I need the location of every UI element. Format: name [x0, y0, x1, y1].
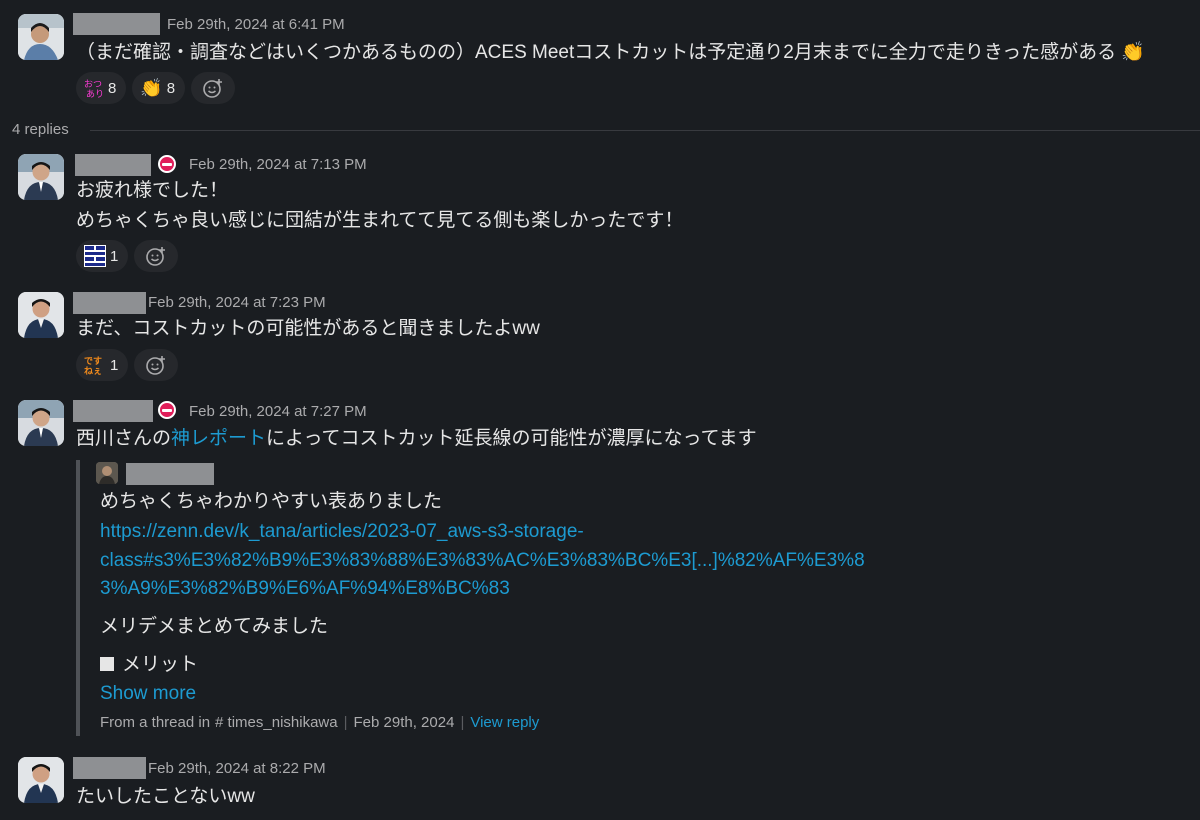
- reaction-custom-orange[interactable]: です ねぇ 1: [76, 349, 129, 381]
- separator: |: [460, 714, 465, 731]
- shared-message-quote[interactable]: めちゃくちゃわかりやすい表ありました https://zenn.dev/k_ta…: [76, 460, 876, 736]
- add-reaction-button[interactable]: [191, 72, 236, 104]
- message-text: たいしたことないww: [76, 786, 255, 807]
- timestamp[interactable]: Feb 29th, 2024 at 7:13 PM: [189, 154, 367, 176]
- user-name[interactable]: [73, 13, 160, 35]
- separator: |: [343, 714, 348, 731]
- channel-link[interactable]: # times_nishikawa: [215, 714, 338, 731]
- timestamp[interactable]: Feb 29th, 2024 at 6:41 PM: [167, 14, 345, 36]
- do-not-disturb-icon: [158, 155, 176, 173]
- reaction-count: 8: [166, 79, 176, 97]
- user-name[interactable]: [73, 400, 153, 422]
- avatar[interactable]: [18, 292, 64, 338]
- report-link[interactable]: 神レポート: [171, 428, 266, 449]
- show-more-link[interactable]: Show more: [100, 680, 196, 708]
- svg-text:おつ: おつ: [84, 79, 102, 90]
- quote-url[interactable]: 3%A9%E3%82%B9%E6%AF%94%E8%BC%83: [100, 574, 510, 603]
- add-reaction-button[interactable]: [134, 349, 179, 381]
- quote-text-row: メリット: [100, 651, 198, 679]
- svg-text:ねぇ: ねぇ: [84, 366, 102, 376]
- reaction-otsu[interactable]: おつ あり 8: [76, 72, 127, 104]
- otsu-emoji-icon: おつ あり: [84, 78, 104, 100]
- square-bullet-icon: [100, 657, 114, 671]
- add-reaction-icon: [203, 79, 223, 98]
- quote-url[interactable]: https://zenn.dev/k_tana/articles/2023-07…: [100, 517, 584, 546]
- message-text: 西川さんの: [76, 428, 172, 449]
- avatar[interactable]: [18, 757, 64, 803]
- reactions-bar: です ねぇ 1: [76, 349, 179, 381]
- replies-divider: 4 replies: [12, 120, 1200, 140]
- add-reaction-button[interactable]: [134, 240, 179, 272]
- custom-emoji-icon: です ねぇ: [84, 354, 106, 377]
- do-not-disturb-icon: [158, 401, 176, 419]
- message-text-row: 西川さんの神レポートによってコストカット延長線の可能性が濃厚になってます: [76, 424, 757, 454]
- message-text-row: （まだ確認・調査などはいくつかあるものの）ACES Meetコストカットは予定通…: [76, 38, 1145, 68]
- svg-text:です: です: [84, 356, 102, 367]
- avatar[interactable]: [18, 154, 64, 200]
- message-text: お疲れ様でした！: [76, 180, 229, 201]
- message-text: まだ、コストカットの可能性があると聞きましたよww: [76, 318, 540, 339]
- add-reaction-icon: [146, 356, 166, 375]
- quote-footer: From a thread in # times_nishikawa | Feb…: [100, 714, 539, 731]
- custom-emoji-icon: [84, 245, 106, 267]
- message-1: Feb 29th, 2024 at 6:41 PM （まだ確認・調査などはいくつ…: [0, 0, 1200, 110]
- user-name[interactable]: [73, 757, 146, 779]
- quote-text: めちゃくちゃわかりやすい表ありました: [100, 491, 443, 512]
- reactions-bar: おつ あり 8 👏 8: [76, 72, 236, 104]
- message-text: によってコストカット延長線の可能性が濃厚になってます: [266, 428, 757, 449]
- timestamp[interactable]: Feb 29th, 2024 at 8:22 PM: [148, 758, 326, 780]
- quote-date[interactable]: Feb 29th, 2024: [354, 714, 455, 731]
- replies-count: 4 replies: [12, 120, 77, 140]
- reactions-bar: 1: [76, 240, 179, 272]
- view-reply-link[interactable]: View reply: [470, 714, 539, 731]
- footer-prefix: From a thread in: [100, 714, 211, 731]
- quote-url[interactable]: class#s3%E3%82%B9%E3%83%88%E3%83%AC%E3%8…: [100, 546, 865, 575]
- reaction-count: 8: [108, 79, 117, 97]
- clap-emoji-icon: 👏: [140, 78, 163, 98]
- add-reaction-icon: [146, 247, 166, 266]
- user-name[interactable]: [73, 292, 146, 314]
- quote-text: メリデメまとめてみました: [100, 616, 329, 637]
- reaction-clap[interactable]: 👏 8: [132, 72, 186, 104]
- avatar[interactable]: [18, 400, 64, 446]
- quote-user-name[interactable]: [126, 463, 214, 485]
- clap-emoji: 👏: [1121, 42, 1146, 63]
- timestamp[interactable]: Feb 29th, 2024 at 7:27 PM: [189, 401, 367, 423]
- quote-avatar[interactable]: [96, 462, 118, 484]
- divider-line: [90, 130, 1200, 131]
- user-name[interactable]: [75, 154, 151, 176]
- reaction-custom-blue[interactable]: 1: [76, 240, 129, 272]
- message-text: めちゃくちゃ良い感じに団結が生まれてて見てる側も楽しかったです！: [76, 210, 684, 231]
- quote-text: メリット: [122, 654, 199, 675]
- timestamp[interactable]: Feb 29th, 2024 at 7:23 PM: [148, 292, 326, 314]
- avatar[interactable]: [18, 14, 64, 60]
- reaction-count: 1: [110, 247, 119, 265]
- message-text: （まだ確認・調査などはいくつかあるものの）ACES Meetコストカットは予定通…: [76, 42, 1117, 63]
- svg-text:あり: あり: [86, 89, 104, 98]
- reaction-count: 1: [110, 356, 119, 374]
